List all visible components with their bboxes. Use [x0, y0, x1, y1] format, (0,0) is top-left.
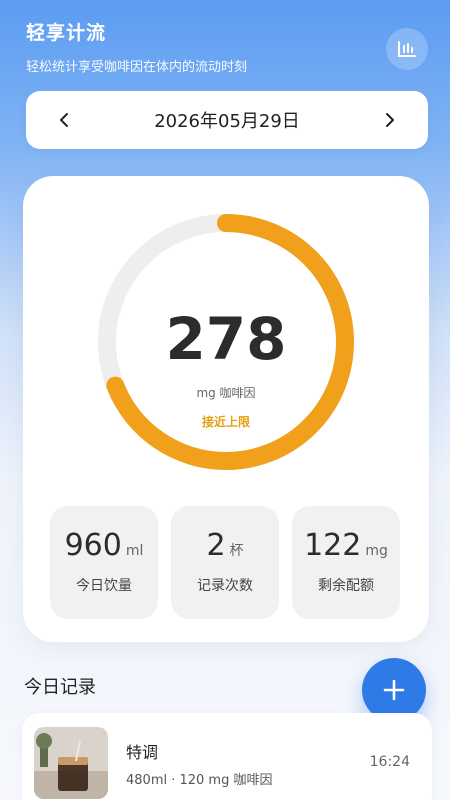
app-header: 轻享计流 轻松统计享受咖啡因在体内的流动时刻 [26, 18, 247, 75]
record-time: 16:24 [369, 754, 410, 770]
stat-volume: 960 ml 今日饮量 [50, 506, 158, 619]
coffee-thumbnail [34, 727, 108, 799]
stat-label: 今日饮量 [76, 577, 132, 594]
stat-value: 2 [206, 527, 226, 563]
stat-remaining-quota: 122 mg 剩余配额 [292, 506, 400, 619]
statistics-button[interactable] [386, 28, 428, 70]
current-date: 2026年05月29日 [154, 111, 300, 132]
app-subtitle: 轻松统计享受咖啡因在体内的流动时刻 [26, 60, 248, 75]
stat-value: 122 [304, 527, 362, 563]
stat-unit: ml [125, 542, 144, 559]
caffeine-unit-label: mg 咖啡因 [196, 386, 256, 400]
date-navigator: 2026年05月29日 [26, 91, 428, 149]
plus-icon [383, 679, 405, 701]
stats-row: 960 ml 今日饮量 2杯 记录次数 122 mg 剩余配额 [50, 506, 400, 619]
caffeine-summary-card: 278 mg 咖啡因 接近上限 960 ml 今日饮量 2杯 记录次数 122 mg… [23, 176, 429, 642]
stat-label: 记录次数 [197, 577, 253, 594]
app-title: 轻享计流 [26, 22, 107, 44]
caffeine-total-value: 278 [165, 305, 287, 373]
record-detail: 480ml · 120 mg 咖啡因 [126, 773, 273, 788]
stat-unit: 杯 [229, 542, 244, 559]
bar-chart-icon [398, 41, 416, 57]
record-name: 特调 [126, 743, 159, 762]
record-item[interactable]: 特调 480ml · 120 mg 咖啡因 16:24 [22, 713, 432, 800]
stat-unit: mg [365, 542, 388, 559]
stat-record-count: 2杯 记录次数 [171, 506, 279, 619]
stat-value: 960 [64, 527, 122, 563]
records-section-title: 今日记录 [24, 677, 96, 698]
chevron-right-icon [386, 113, 394, 127]
next-day-button[interactable] [378, 108, 402, 132]
limit-status-label: 接近上限 [201, 415, 250, 429]
caffeine-progress-ring: 278 mg 咖啡因 接近上限 [96, 212, 356, 472]
prev-day-button[interactable] [52, 108, 76, 132]
chevron-left-icon [60, 113, 68, 127]
stat-label: 剩余配额 [318, 577, 374, 594]
